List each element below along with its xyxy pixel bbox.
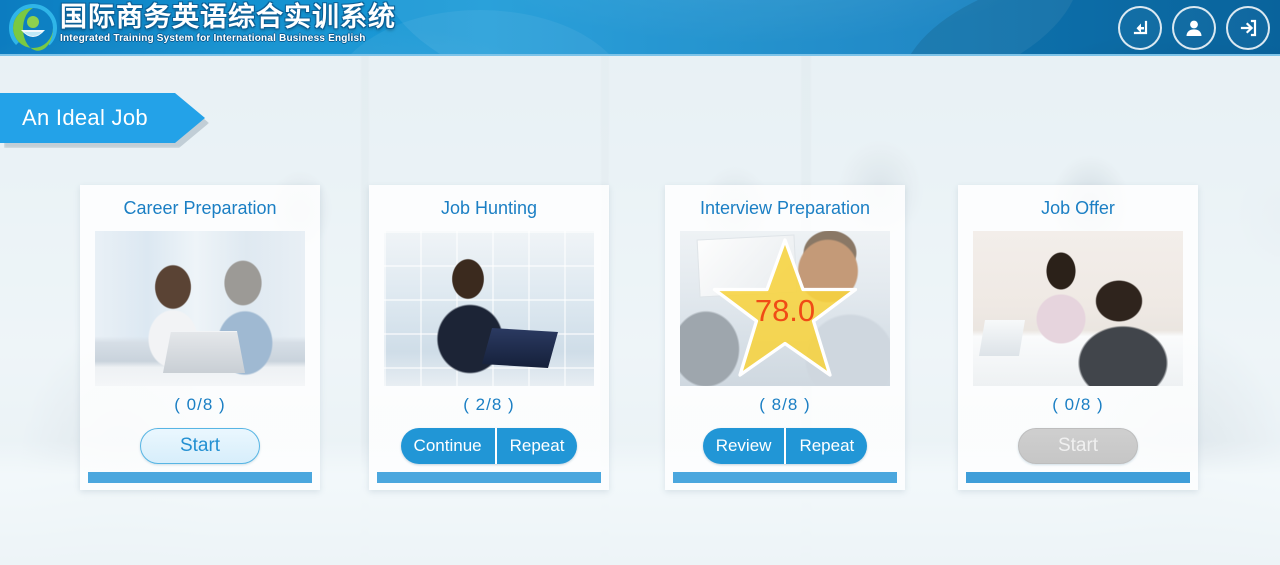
- card-title: Job Offer: [1041, 198, 1115, 218]
- app-window: 国际商务英语综合实训系统 Integrated Training System …: [0, 0, 1280, 565]
- app-header: 国际商务英语综合实训系统 Integrated Training System …: [0, 0, 1280, 56]
- section-ribbon: An Ideal Job: [0, 93, 209, 148]
- ribbon-banner: An Ideal Job: [0, 93, 205, 143]
- back-button[interactable]: [1118, 6, 1162, 50]
- card-footer-bar: [88, 472, 312, 483]
- module-card-row: Career Preparation ( 0/8 ) Start Job Hun…: [0, 185, 1280, 490]
- header-actions: [1118, 6, 1270, 50]
- brand-title-cn: 国际商务英语综合实训系统: [60, 2, 396, 32]
- module-card-job-offer[interactable]: Job Offer ( 0/8 ) Start: [958, 185, 1198, 490]
- card-button-row: Review Repeat: [665, 424, 905, 468]
- card-title: Career Preparation: [123, 198, 277, 218]
- card-footer-bar: [966, 472, 1190, 483]
- card-progress-count: ( 2/8 ): [463, 395, 515, 414]
- page-title: An Ideal Job: [22, 105, 148, 130]
- start-button[interactable]: Start: [140, 428, 260, 464]
- card-button-row: Start: [958, 424, 1198, 468]
- back-arrow-icon: [1133, 20, 1148, 35]
- brand-subtitle-en: Integrated Training System for Internati…: [60, 33, 366, 44]
- card-title: Interview Preparation: [699, 198, 871, 218]
- logout-button[interactable]: [1226, 6, 1270, 50]
- card-thumbnail: [95, 231, 305, 386]
- user-profile-button[interactable]: [1172, 6, 1216, 50]
- header-swoosh-decoration: [380, 0, 1080, 54]
- continue-button[interactable]: Continue: [401, 428, 495, 464]
- card-button-row: Continue Repeat: [369, 424, 609, 468]
- woman-at-laptop-thumb: [384, 231, 594, 386]
- card-progress-count: ( 8/8 ): [759, 395, 811, 414]
- module-card-job-hunting[interactable]: Job Hunting ( 2/8 ) Continue Repeat: [369, 185, 609, 490]
- logout-exit-icon: [1240, 19, 1257, 37]
- module-card-career-preparation[interactable]: Career Preparation ( 0/8 ) Start: [80, 185, 320, 490]
- card-footer-bar: [377, 472, 601, 483]
- card-progress-count: ( 0/8 ): [174, 395, 226, 414]
- brand-block: 国际商务英语综合实训系统 Integrated Training System …: [60, 2, 396, 45]
- review-repeat-button-group: Review Repeat: [702, 428, 868, 464]
- module-card-interview-preparation[interactable]: Interview Preparation 78.0 ( 8/8 ) Revie…: [665, 185, 905, 490]
- user-profile-icon: [1186, 20, 1202, 36]
- start-button-disabled: Start: [1018, 428, 1138, 464]
- card-footer-bar: [673, 472, 897, 483]
- score-star-badge: 78.0: [710, 237, 860, 381]
- interview-across-desk-thumb: [973, 231, 1183, 386]
- review-button[interactable]: Review: [703, 428, 785, 464]
- card-title: Job Hunting: [440, 198, 538, 218]
- score-value: 78.0: [754, 293, 816, 328]
- two-men-reviewing-documents-thumb: [95, 231, 305, 386]
- card-button-row: Start: [80, 424, 320, 468]
- card-thumbnail: 78.0: [680, 231, 890, 386]
- card-thumbnail: [973, 231, 1183, 386]
- repeat-button[interactable]: Repeat: [784, 428, 867, 464]
- repeat-button[interactable]: Repeat: [494, 428, 578, 464]
- card-thumbnail: [384, 231, 594, 386]
- continue-repeat-button-group: Continue Repeat: [400, 428, 578, 464]
- leaf-bowl-logo-icon: [8, 3, 58, 53]
- card-progress-count: ( 0/8 ): [1052, 395, 1104, 414]
